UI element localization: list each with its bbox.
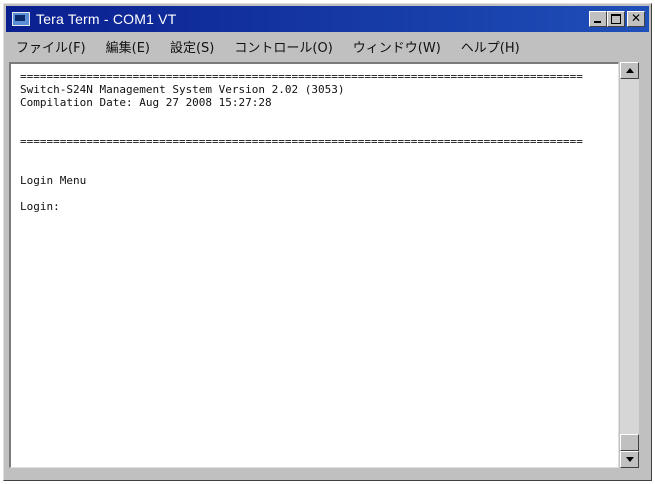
menu-help[interactable]: ヘルプ(H): [461, 37, 520, 56]
compilation-date-line: Compilation Date: Aug 27 2008 15:27:28: [20, 96, 272, 109]
teraterm-icon[interactable]: [12, 12, 30, 26]
scroll-down-button[interactable]: [620, 451, 639, 468]
window-title: Tera Term - COM1 VT: [36, 11, 177, 27]
vertical-scrollbar[interactable]: [620, 62, 639, 468]
menu-control[interactable]: コントロール(O): [234, 37, 332, 56]
separator-line: ========================================…: [20, 70, 583, 83]
close-icon: ✕: [630, 11, 642, 25]
close-button[interactable]: ✕: [627, 11, 645, 27]
arrow-down-icon: [626, 457, 634, 462]
system-version-line: Switch-S24N Management System Version 2.…: [20, 83, 345, 96]
arrow-up-icon: [626, 68, 634, 73]
menu-bar: ファイル(F) 編集(E) 設定(S) コントロール(O) ウィンドウ(W) ヘ…: [6, 34, 649, 58]
login-prompt[interactable]: Login:: [20, 200, 618, 213]
maximize-button[interactable]: [607, 11, 625, 27]
terminal-screen[interactable]: ========================================…: [9, 62, 619, 468]
title-bar[interactable]: Tera Term - COM1 VT ✕: [6, 6, 649, 32]
menu-window[interactable]: ウィンドウ(W): [353, 37, 441, 56]
login-menu-heading: Login Menu: [20, 174, 87, 187]
scroll-up-button[interactable]: [620, 62, 639, 79]
minimize-button[interactable]: [589, 11, 607, 27]
menu-edit[interactable]: 編集(E): [106, 37, 150, 56]
separator-line: ========================================…: [20, 135, 583, 148]
scroll-thumb[interactable]: [620, 434, 639, 451]
menu-setup[interactable]: 設定(S): [170, 37, 214, 56]
menu-file[interactable]: ファイル(F): [16, 37, 86, 56]
